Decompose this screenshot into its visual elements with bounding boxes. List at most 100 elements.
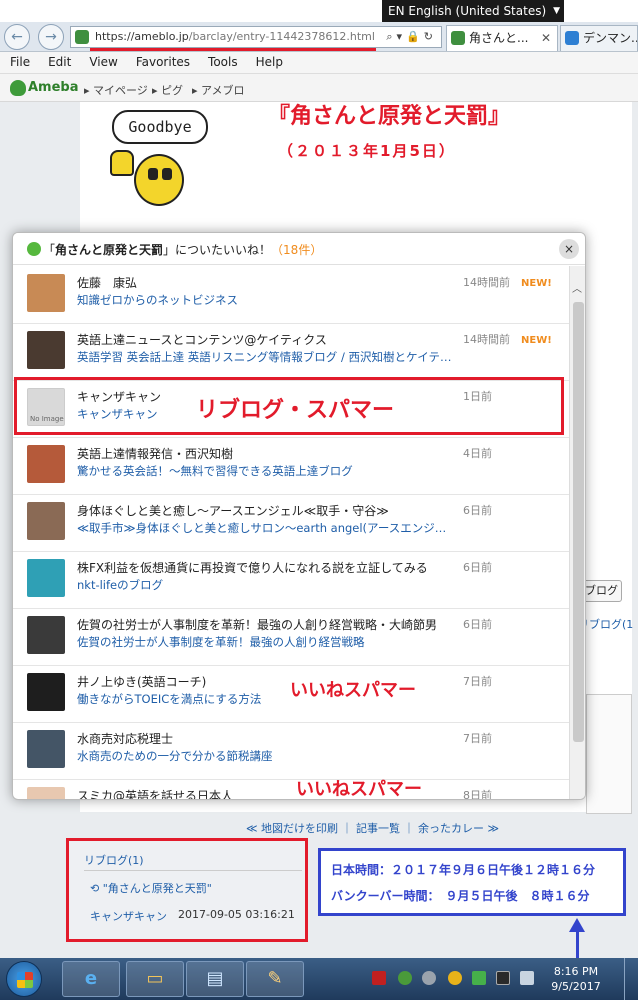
blog-title-link[interactable]: 働きながらTOEICを満点にする方法: [77, 691, 261, 707]
ie-taskbar-button[interactable]: e: [62, 961, 120, 997]
like-time: 7日前: [463, 732, 492, 745]
blog-title-link[interactable]: 水商売のための一分で分かる節税講座: [77, 748, 273, 764]
tray-acrobat-icon[interactable]: [372, 971, 386, 985]
back-button[interactable]: ←: [4, 24, 30, 50]
taskbar: e ▭ ▤ ✎ 8:16 PM 9/5/2017: [0, 958, 638, 1000]
like-time: 6日前: [463, 504, 492, 517]
address-bar[interactable]: https://ameblo.jp/barclay/entry-11442378…: [70, 26, 442, 48]
address-url: https://ameblo.jp/barclay/entry-11442378…: [95, 30, 375, 43]
user-name[interactable]: 佐藤 康弘: [77, 274, 137, 291]
user-name[interactable]: 佐賀の社労士が人事制度を革新！最強の人創り経営戦略・大崎節男: [77, 616, 437, 633]
article-date-annotation: （２０１３年1月5日）: [278, 142, 456, 160]
list-item[interactable]: 株FX利益を仮想通貨に再投資で億り人になれる説を立証してみる nkt-lifeのブ…: [13, 551, 569, 609]
address-controls[interactable]: ⌕▾🔒↻: [386, 30, 437, 44]
blog-title-link[interactable]: 驚かせる英会話！～無料で習得できる英語上達ブログ: [77, 463, 353, 479]
menu-bar: File Edit View Favorites Tools Help: [0, 52, 638, 74]
user-name[interactable]: 英語上達ニュースとコンテンツ@ケイティクス: [77, 331, 327, 348]
list-item[interactable]: 水商売対応税理士 水商売のための一分で分かる節税講座 7日前: [13, 722, 569, 780]
clock-time: 8:16 PM: [553, 965, 599, 978]
user-name[interactable]: 身体ほぐしと美と癒し～アースエンジェル≪取手・守谷≫: [77, 502, 389, 519]
url-underline-annotation: [90, 48, 376, 51]
tray-volume-icon[interactable]: [520, 971, 534, 985]
list-item[interactable]: 英語上達ニュースとコンテンツ@ケイティクス 英語学習 英会話上達 英語リスニング等…: [13, 323, 569, 381]
tab-close-icon[interactable]: ✕: [541, 26, 551, 50]
prev-entry-link[interactable]: ≪ 地図だけを印刷: [246, 822, 338, 835]
close-button[interactable]: ×: [559, 239, 579, 259]
paint-taskbar-button[interactable]: ✎: [246, 961, 304, 997]
blog-title-link[interactable]: 知識ゼロからのネットビジネス: [77, 292, 238, 308]
modal-scrollbar[interactable]: ︿ ﹀: [569, 266, 585, 799]
user-name[interactable]: 井ノ上ゆき(英語コーチ): [77, 673, 206, 690]
menu-view[interactable]: View: [79, 52, 125, 69]
avatar[interactable]: [27, 730, 65, 768]
avatar[interactable]: [27, 616, 65, 654]
clock-date: 9/5/2017: [551, 980, 601, 993]
list-item[interactable]: スミカ@英語を話せる日本人 8日前: [13, 779, 569, 800]
language-label: EN English (United States): [388, 4, 547, 18]
user-name[interactable]: 英語上達情報発信・西沢知樹: [77, 445, 233, 462]
avatar[interactable]: [27, 787, 65, 799]
user-name[interactable]: スミカ@英語を話せる日本人: [77, 787, 233, 799]
explorer-taskbar-button[interactable]: ▭: [126, 961, 184, 997]
like-time: 8日前: [463, 789, 492, 800]
avatar[interactable]: [27, 445, 65, 483]
scroll-down-icon[interactable]: ﹀: [572, 796, 582, 799]
tray-app-icon[interactable]: [422, 971, 436, 985]
avatar[interactable]: [27, 673, 65, 711]
reblog-entry-link[interactable]: ⟲ "角さんと原発と天罰": [90, 880, 212, 896]
avatar[interactable]: [27, 502, 65, 540]
reblog-user-link[interactable]: キャンザキャン: [90, 908, 167, 924]
reblog-spammer-label: リブログ・スパマー: [196, 398, 395, 423]
tray-status-icon[interactable]: [448, 971, 462, 985]
link-mypage[interactable]: ▸ マイページ: [84, 82, 148, 98]
entry-list-link[interactable]: 記事一覧: [356, 822, 400, 835]
user-name[interactable]: 株FX利益を仮想通貨に再投資で億り人になれる説を立証してみる: [77, 559, 428, 576]
blog-title-link[interactable]: ≪取手市≫身体ほぐしと美と癒しサロン～earth angel(アースエンジェル): [77, 520, 453, 536]
start-button[interactable]: [6, 961, 42, 997]
next-entry-link[interactable]: 余ったカレー ≫: [418, 822, 499, 835]
list-item[interactable]: 英語上達情報発信・西沢知樹 驚かせる英会話！～無料で習得できる英語上達ブログ 4日前: [13, 437, 569, 495]
reblog-title[interactable]: リブログ(1): [84, 852, 144, 868]
notepad-icon: ▤: [206, 968, 224, 989]
user-name[interactable]: 水商売対応税理士: [77, 730, 173, 747]
tab-current[interactable]: 角さんと... ✕: [446, 25, 558, 51]
reblog-count-link[interactable]: リブログ(1): [578, 616, 634, 632]
notepad-taskbar-button[interactable]: ▤: [186, 961, 244, 997]
tray-network-icon[interactable]: [496, 971, 510, 985]
menu-favorites[interactable]: Favorites: [126, 52, 198, 69]
blog-title-link[interactable]: nkt-lifeのブログ: [77, 577, 163, 593]
menu-tools[interactable]: Tools: [198, 52, 246, 69]
tray-shield-icon[interactable]: [398, 971, 412, 985]
link-pigg[interactable]: ▸ ピグ: [152, 82, 183, 98]
like-spammer-label-1: いいねスパマー: [290, 680, 416, 701]
show-desktop-button[interactable]: [624, 958, 638, 1000]
avatar[interactable]: [27, 559, 65, 597]
list-item[interactable]: 佐賀の社労士が人事制度を革新！最強の人創り経営戦略・大崎節男 佐賀の社労士が人事制…: [13, 608, 569, 666]
scroll-thumb[interactable]: [573, 302, 584, 742]
scroll-up-icon[interactable]: ︿: [572, 280, 582, 295]
ie-icon: e: [84, 968, 98, 989]
eye-icon: [162, 168, 172, 180]
forward-button[interactable]: →: [38, 24, 64, 50]
list-item[interactable]: 佐藤 康弘 知識ゼロからのネットビジネス 14時間前 NEW!: [13, 266, 569, 324]
goodbye-speech-bubble: Goodbye: [112, 110, 208, 144]
tray-security-icon[interactable]: [472, 971, 486, 985]
reblog-date: 2017-09-05 03:16:21: [178, 908, 295, 921]
language-indicator[interactable]: EN English (United States) ▼: [382, 0, 564, 22]
like-time: 4日前: [463, 447, 492, 460]
like-time: 14時間前: [463, 276, 510, 289]
blog-title-link[interactable]: 佐賀の社労士が人事制度を革新！最強の人創り経営戦略: [77, 634, 365, 650]
menu-edit[interactable]: Edit: [38, 52, 79, 69]
entry-navigation: ≪ 地図だけを印刷 ｜ 記事一覧 ｜ 余ったカレー ≫: [246, 822, 500, 835]
link-ameblo[interactable]: ▸ アメブロ: [192, 82, 244, 98]
ie-tab-icon: [565, 31, 579, 45]
avatar[interactable]: [27, 331, 65, 369]
menu-file[interactable]: File: [0, 52, 38, 69]
blog-title-link[interactable]: 英語学習 英会話上達 英語リスニング等情報ブログ / 西沢知樹とケイテ…: [77, 349, 452, 365]
avatar[interactable]: [27, 274, 65, 312]
menu-help[interactable]: Help: [246, 52, 291, 69]
ameba-logo[interactable]: Ameba: [28, 80, 79, 95]
list-item[interactable]: 身体ほぐしと美と癒し～アースエンジェル≪取手・守谷≫ ≪取手市≫身体ほぐしと美と癒…: [13, 494, 569, 552]
system-clock[interactable]: 8:16 PM 9/5/2017: [546, 964, 606, 994]
tab-other[interactable]: デンマン...: [560, 25, 638, 51]
